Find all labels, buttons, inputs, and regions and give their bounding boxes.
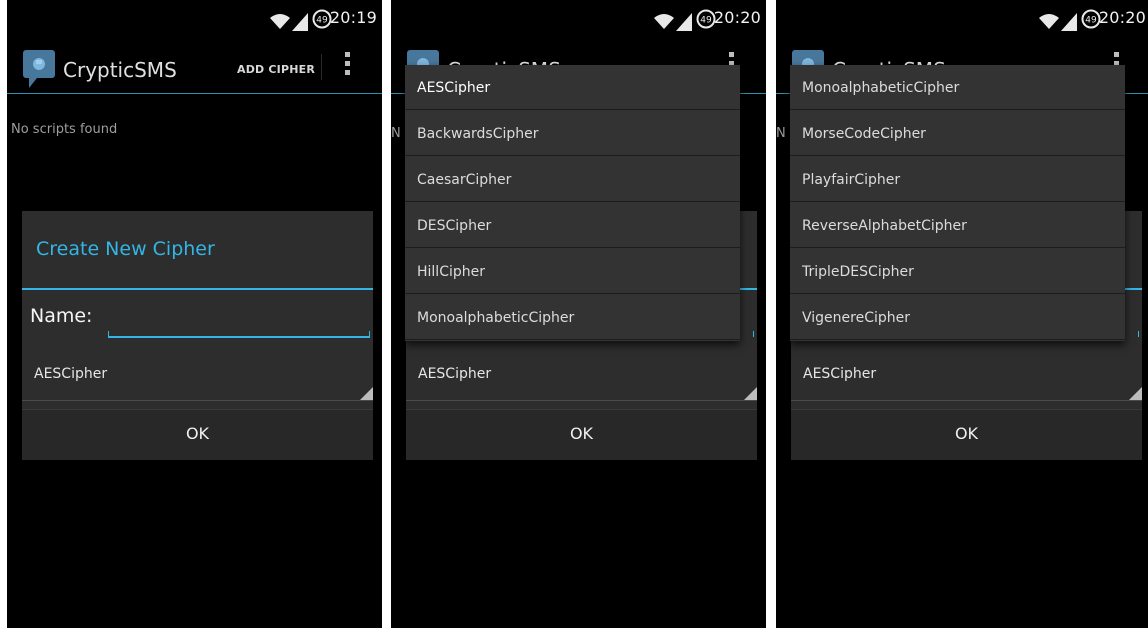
- ok-button[interactable]: OK: [22, 409, 373, 460]
- cipher-type-spinner[interactable]: AESCipher: [791, 349, 1142, 401]
- spinner-dropdown-icon: [1128, 387, 1142, 401]
- spinner-dropdown-icon: [743, 387, 757, 401]
- dropdown-item[interactable]: VigenereCipher: [790, 295, 1125, 340]
- spinner-selected-value: AESCipher: [418, 366, 492, 382]
- action-bar-separator: [7, 93, 382, 94]
- signal-icon: [676, 13, 692, 31]
- name-input-underline-right: [1138, 331, 1139, 337]
- screen-create-cipher-dialog: 49 20:19 CrypticSMS ADD CIPHER No script…: [7, 0, 382, 628]
- app-title: CrypticSMS: [63, 58, 177, 82]
- ok-button-label: OK: [569, 424, 594, 443]
- ok-button-label: OK: [954, 424, 979, 443]
- cipher-dropdown-list: AESCipher BackwardsCipher CaesarCipher D…: [405, 65, 740, 341]
- spinner-underline: [22, 400, 373, 401]
- dropdown-item[interactable]: AESCipher: [405, 65, 740, 110]
- empty-state-message: No scripts found: [11, 122, 118, 137]
- dropdown-item[interactable]: TripleDESCipher: [790, 249, 1125, 294]
- spinner-dropdown-icon: [359, 387, 373, 401]
- wifi-icon: [654, 14, 674, 29]
- status-bar: 49 20:19: [7, 0, 382, 36]
- overflow-menu-icon[interactable]: [345, 52, 351, 78]
- empty-state-peek: N: [776, 126, 786, 141]
- dialog-title: Create New Cipher: [36, 238, 215, 260]
- add-cipher-button[interactable]: ADD CIPHER: [237, 63, 315, 76]
- spinner-selected-value: AESCipher: [803, 366, 877, 382]
- signal-icon: [292, 13, 308, 31]
- status-bar: 49 20:20: [391, 0, 766, 36]
- dropdown-item[interactable]: PlayfairCipher: [790, 157, 1125, 202]
- svg-text:49: 49: [316, 16, 328, 26]
- status-time: 20:20: [1098, 8, 1146, 27]
- action-bar: CrypticSMS ADD CIPHER: [7, 36, 382, 94]
- status-bar: 49 20:20: [776, 0, 1148, 36]
- spinner-underline: [791, 400, 1142, 401]
- create-cipher-dialog: Create New Cipher Name: AESCipher OK: [22, 211, 373, 460]
- spinner-selected-value: AESCipher: [34, 366, 108, 382]
- cipher-dropdown-list: MonoalphabeticCipher MorseCodeCipher Pla…: [790, 65, 1125, 341]
- signal-icon: [1061, 13, 1077, 31]
- name-input-underline-left: [108, 331, 109, 337]
- ok-button-label: OK: [185, 424, 210, 443]
- wifi-icon: [270, 14, 290, 29]
- screen-dropdown-scrolled: 49 20:20 CrypticSMS ADD CIPHER N AESCiph…: [776, 0, 1148, 628]
- name-input-underline-right: [369, 331, 370, 337]
- dropdown-item[interactable]: DESCipher: [405, 203, 740, 248]
- wifi-icon: [1039, 14, 1059, 29]
- cipher-type-spinner[interactable]: AESCipher: [22, 349, 373, 401]
- ok-button[interactable]: OK: [791, 409, 1142, 460]
- dropdown-item[interactable]: MorseCodeCipher: [790, 111, 1125, 156]
- status-time: 20:20: [713, 8, 761, 27]
- app-logo-icon: [23, 50, 55, 88]
- name-input-underline: [108, 336, 370, 338]
- empty-state-peek: N: [391, 126, 401, 141]
- svg-text:49: 49: [700, 16, 712, 26]
- svg-text:49: 49: [1085, 16, 1097, 26]
- dropdown-item[interactable]: BackwardsCipher: [405, 111, 740, 156]
- dropdown-item[interactable]: MonoalphabeticCipher: [790, 65, 1125, 110]
- screen-dropdown-top: 49 20:20 CrypticSMS ADD CIPHER N AESCiph…: [391, 0, 766, 628]
- dropdown-item[interactable]: CaesarCipher: [405, 157, 740, 202]
- spinner-underline: [406, 400, 757, 401]
- name-input-underline-right: [753, 331, 754, 337]
- dropdown-item[interactable]: ReverseAlphabetCipher: [790, 203, 1125, 248]
- dropdown-item[interactable]: MonoalphabeticCipher: [405, 295, 740, 340]
- dialog-title-divider: [22, 288, 373, 290]
- action-divider: [321, 54, 322, 80]
- ok-button[interactable]: OK: [406, 409, 757, 460]
- name-label: Name:: [30, 305, 93, 327]
- dropdown-item[interactable]: HillCipher: [405, 249, 740, 294]
- status-time: 20:19: [329, 8, 377, 27]
- cipher-type-spinner[interactable]: AESCipher: [406, 349, 757, 401]
